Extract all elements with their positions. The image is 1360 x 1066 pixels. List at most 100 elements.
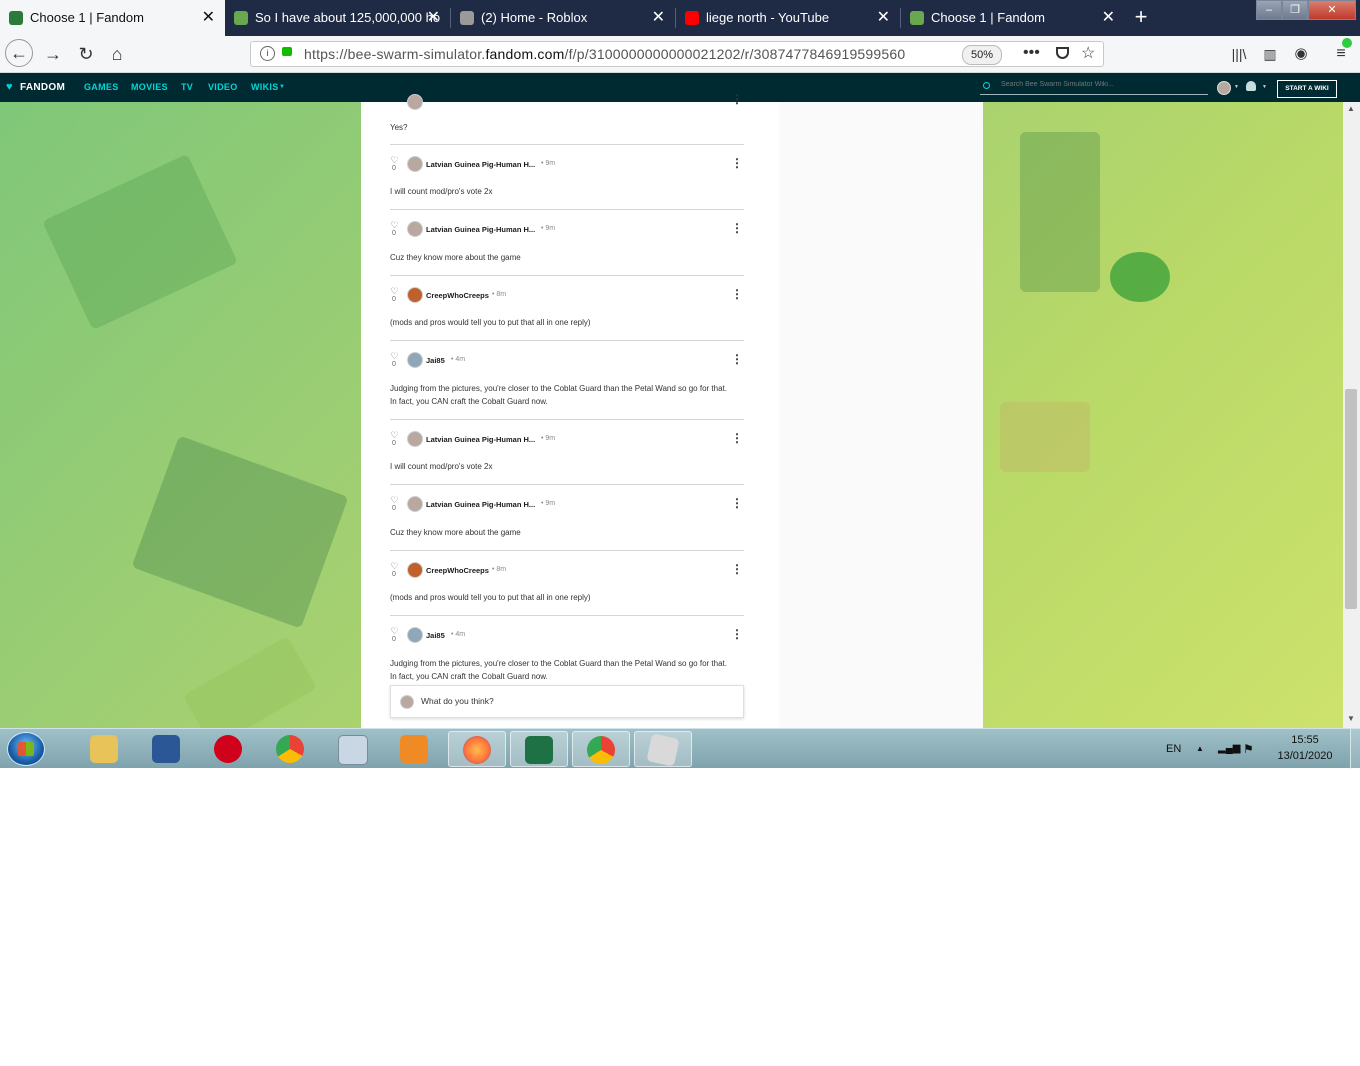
taskbar-chrome[interactable] <box>572 731 630 767</box>
reply-author[interactable]: Latvian Guinea Pig-Human H... <box>426 160 535 169</box>
nav-video[interactable]: VIDEO <box>208 73 238 102</box>
more-options-icon[interactable]: ⋮ <box>731 156 743 170</box>
like-heart-icon[interactable]: ♡ <box>390 287 399 296</box>
taskbar-opera[interactable] <box>200 731 258 767</box>
nav-games[interactable]: GAMES <box>84 73 119 102</box>
avatar[interactable] <box>407 627 423 643</box>
tab-active[interactable]: Choose 1 | Fandom ✕ <box>0 0 225 36</box>
start-button[interactable] <box>7 732 45 766</box>
tab[interactable]: (2) Home - Roblox ✕ <box>451 0 675 36</box>
close-tab-icon[interactable]: ✕ <box>427 0 440 35</box>
close-tab-icon[interactable]: ✕ <box>652 0 665 35</box>
forward-button[interactable]: → <box>40 41 66 67</box>
avatar[interactable] <box>407 221 423 237</box>
address-bar[interactable]: i https://bee-swarm-simulator.fandom.com… <box>250 41 1104 67</box>
like-heart-icon[interactable]: ♡ <box>390 431 399 440</box>
avatar[interactable] <box>407 156 423 172</box>
like-heart-icon[interactable]: ♡ <box>390 156 399 165</box>
lock-icon[interactable] <box>282 47 292 56</box>
avatar[interactable] <box>407 94 423 110</box>
taskbar-word[interactable] <box>138 731 196 767</box>
taskbar-firefox[interactable] <box>448 731 506 767</box>
new-tab-button[interactable]: + <box>1130 0 1152 34</box>
close-tab-icon[interactable]: ✕ <box>877 0 890 35</box>
scroll-up-icon[interactable]: ▲ <box>1347 104 1355 113</box>
like-heart-icon[interactable]: ♡ <box>390 352 399 361</box>
chevron-down-icon[interactable]: ▼ <box>1262 73 1267 102</box>
close-tab-icon[interactable]: ✕ <box>1102 0 1115 35</box>
more-options-icon[interactable]: ⋮ <box>731 221 743 235</box>
taskbar-calculator[interactable] <box>324 731 382 767</box>
more-options-icon[interactable]: ⋮ <box>731 627 743 641</box>
info-icon[interactable]: i <box>260 46 275 61</box>
start-a-wiki-button[interactable]: START A WIKI <box>1277 80 1337 98</box>
more-options-icon[interactable]: ⋮ <box>731 92 743 106</box>
close-window-button[interactable]: ✕ <box>1308 0 1356 20</box>
pocket-icon[interactable] <box>1056 47 1069 59</box>
like-heart-icon[interactable]: ♡ <box>390 562 399 571</box>
account-icon[interactable]: ◉ <box>1288 41 1314 67</box>
like-heart-icon[interactable]: ♡ <box>390 627 399 636</box>
reply-author[interactable]: CreepWhoCreeps <box>426 566 489 575</box>
network-icon[interactable]: ▂▄▆ <box>1218 729 1240 769</box>
user-avatar[interactable] <box>1217 81 1231 95</box>
close-tab-icon[interactable]: ✕ <box>202 0 215 35</box>
fandom-logo[interactable]: FANDOM <box>20 73 65 102</box>
scrollbar-thumb[interactable] <box>1345 389 1357 609</box>
sidebar-icon[interactable]: ▥ <box>1257 41 1283 67</box>
scroll-down-icon[interactable]: ▼ <box>1347 714 1355 723</box>
zoom-indicator[interactable]: 50% <box>962 45 1002 65</box>
minimize-button[interactable]: – <box>1256 0 1282 20</box>
avatar[interactable] <box>407 287 423 303</box>
more-options-icon[interactable]: ⋮ <box>731 352 743 366</box>
taskbar-media-player[interactable] <box>386 731 444 767</box>
more-options-icon[interactable]: ⋮ <box>731 496 743 510</box>
notifications-icon[interactable] <box>1246 81 1256 91</box>
more-options-icon[interactable]: ⋮ <box>731 431 743 445</box>
back-button[interactable]: ← <box>5 39 33 67</box>
taskbar-clock[interactable]: 15:55 13/01/2020 <box>1268 732 1342 764</box>
more-options-icon[interactable]: ⋮ <box>731 287 743 301</box>
like-heart-icon[interactable]: ♡ <box>390 221 399 230</box>
nav-movies[interactable]: MOVIES <box>131 73 168 102</box>
avatar[interactable] <box>407 352 423 368</box>
reply-author[interactable]: Jai85 <box>426 631 445 640</box>
page-actions-icon[interactable]: ••• <box>1023 42 1040 64</box>
fandom-heart-icon[interactable]: ♥ <box>6 82 13 93</box>
action-center-flag-icon[interactable]: ⚑ <box>1243 729 1254 769</box>
show-hidden-icons-icon[interactable]: ▲ <box>1196 729 1204 769</box>
nav-tv[interactable]: TV <box>181 73 193 102</box>
taskbar-excel[interactable] <box>510 731 568 767</box>
reply-author[interactable]: CreepWhoCreeps <box>426 291 489 300</box>
avatar[interactable] <box>407 496 423 512</box>
like-heart-icon[interactable]: ♡ <box>390 496 399 505</box>
avatar[interactable] <box>407 431 423 447</box>
chevron-down-icon[interactable]: ▼ <box>1234 73 1239 102</box>
wiki-search-input[interactable] <box>999 80 1203 89</box>
reply-input-placeholder[interactable]: What do you think? <box>421 696 494 706</box>
reply-author[interactable]: Latvian Guinea Pig-Human H... <box>426 225 535 234</box>
reply-composer[interactable]: What do you think? <box>390 685 744 718</box>
page-scrollbar[interactable]: ▲ ▼ <box>1343 102 1360 728</box>
tab[interactable]: So I have about 125,000,000 ho ✕ <box>225 0 450 36</box>
reload-button[interactable]: ↻ <box>73 41 99 67</box>
bookmark-star-icon[interactable]: ☆ <box>1081 42 1095 66</box>
url-text[interactable]: https://bee-swarm-simulator.fandom.com/f… <box>304 42 905 66</box>
show-desktop-button[interactable] <box>1350 729 1360 769</box>
avatar[interactable] <box>407 562 423 578</box>
taskbar-chrome[interactable] <box>262 731 320 767</box>
taskbar-explorer[interactable] <box>76 731 134 767</box>
reply-author[interactable]: Latvian Guinea Pig-Human H... <box>426 500 535 509</box>
home-button[interactable]: ⌂ <box>104 41 130 67</box>
more-options-icon[interactable]: ⋮ <box>731 562 743 576</box>
taskbar-roblox[interactable] <box>634 731 692 767</box>
reply-author[interactable]: Latvian Guinea Pig-Human H... <box>426 435 535 444</box>
tab[interactable]: Choose 1 | Fandom ✕ <box>901 0 1125 36</box>
nav-wikis[interactable]: WIKIS <box>251 73 279 102</box>
reply-author[interactable]: Jai85 <box>426 356 445 365</box>
restore-button[interactable]: ❐ <box>1282 0 1308 20</box>
tab[interactable]: liege north - YouTube ✕ <box>676 0 900 36</box>
language-indicator[interactable]: EN <box>1166 729 1181 769</box>
wiki-search[interactable] <box>980 80 1208 95</box>
library-icon[interactable]: |||\ <box>1226 41 1252 67</box>
